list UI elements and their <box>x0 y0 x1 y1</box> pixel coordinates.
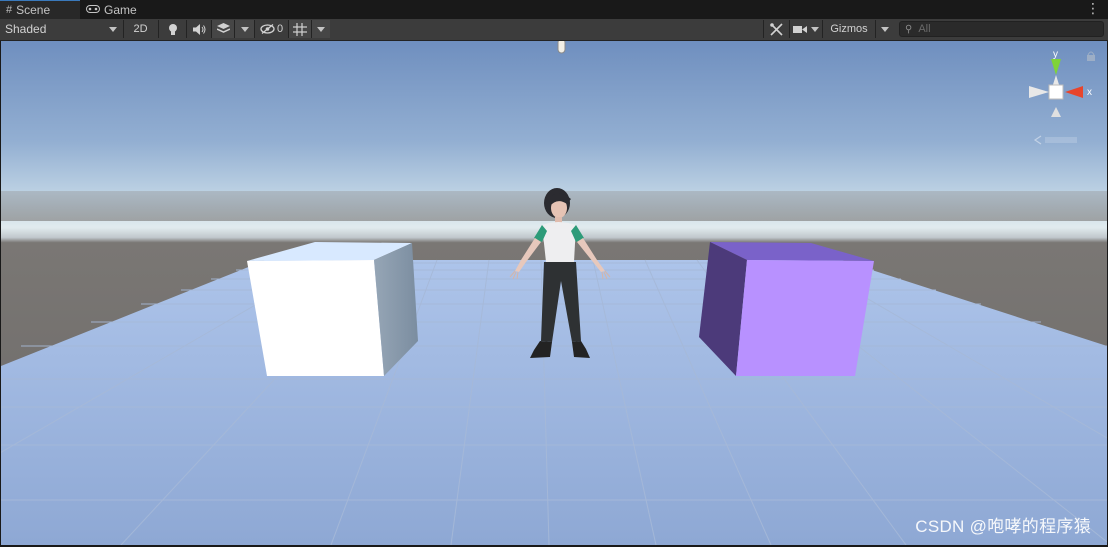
more-options-icon[interactable]: ⋮ <box>1086 0 1100 19</box>
lightbulb-icon <box>168 23 177 35</box>
chevron-down-icon <box>317 26 325 32</box>
gamepad-icon <box>86 4 100 16</box>
grid-toggle-button[interactable] <box>288 20 311 38</box>
chevron-down-icon <box>811 26 819 32</box>
chevron-down-icon <box>880 26 889 32</box>
effects-dropdown[interactable] <box>234 20 254 38</box>
search-input[interactable]: ⚲ All <box>899 21 1104 37</box>
2d-toggle-button[interactable]: 2D <box>123 20 157 38</box>
scene-toolbar: Shaded 2D 0 Gizmos ⚲ All <box>0 19 1108 41</box>
lock-icon[interactable] <box>1087 51 1095 61</box>
gizmo-y-label: y <box>1053 49 1058 60</box>
gizmos-dropdown[interactable] <box>875 20 893 38</box>
gizmo-x-label: x <box>1087 87 1092 98</box>
perspective-indicator[interactable] <box>1033 135 1077 145</box>
orientation-gizmo[interactable]: y x <box>1029 49 1092 117</box>
draw-mode-label: Shaded <box>5 22 47 36</box>
tab-scene-label: Scene <box>16 3 51 17</box>
speaker-icon <box>192 23 205 35</box>
search-icon: ⚲ <box>905 23 913 35</box>
audio-toggle-button[interactable] <box>186 20 211 38</box>
draw-mode-dropdown[interactable]: Shaded <box>0 20 122 38</box>
hidden-count: 0 <box>276 23 284 35</box>
grid-snap-icon <box>293 22 307 36</box>
light-handle <box>557 41 566 54</box>
2d-toggle-label: 2D <box>133 23 148 35</box>
effects-button[interactable] <box>211 20 234 38</box>
wrench-icon <box>769 22 783 36</box>
scene-viewport[interactable]: y x CSDN @咆哮的程序猿 <box>1 41 1107 545</box>
search-placeholder: All <box>918 23 931 35</box>
scene-render: y x <box>1 41 1107 545</box>
layers-icon <box>216 23 230 33</box>
scene-visibility-button[interactable]: 0 <box>254 20 288 38</box>
white-cube[interactable] <box>247 242 418 376</box>
tab-game[interactable]: Game <box>80 0 162 19</box>
gizmos-button[interactable]: Gizmos <box>822 20 875 38</box>
tools-button[interactable] <box>763 20 788 38</box>
camera-icon <box>793 25 807 33</box>
purple-cube[interactable] <box>699 242 874 376</box>
gizmos-label: Gizmos <box>830 23 868 35</box>
chevron-down-icon <box>240 26 249 32</box>
chevron-down-icon <box>109 26 117 32</box>
tab-scene[interactable]: # Scene <box>0 0 80 19</box>
grid-icon: # <box>6 4 13 16</box>
window-tab-bar: # Scene Game ⋮ <box>0 0 1108 20</box>
watermark-text: CSDN @咆哮的程序猿 <box>915 517 1091 536</box>
camera-settings-dropdown[interactable] <box>789 20 822 38</box>
lighting-toggle-button[interactable] <box>158 20 186 38</box>
hidden-eye-icon <box>260 24 275 34</box>
grid-dropdown[interactable] <box>311 20 330 38</box>
tab-game-label: Game <box>104 2 137 17</box>
